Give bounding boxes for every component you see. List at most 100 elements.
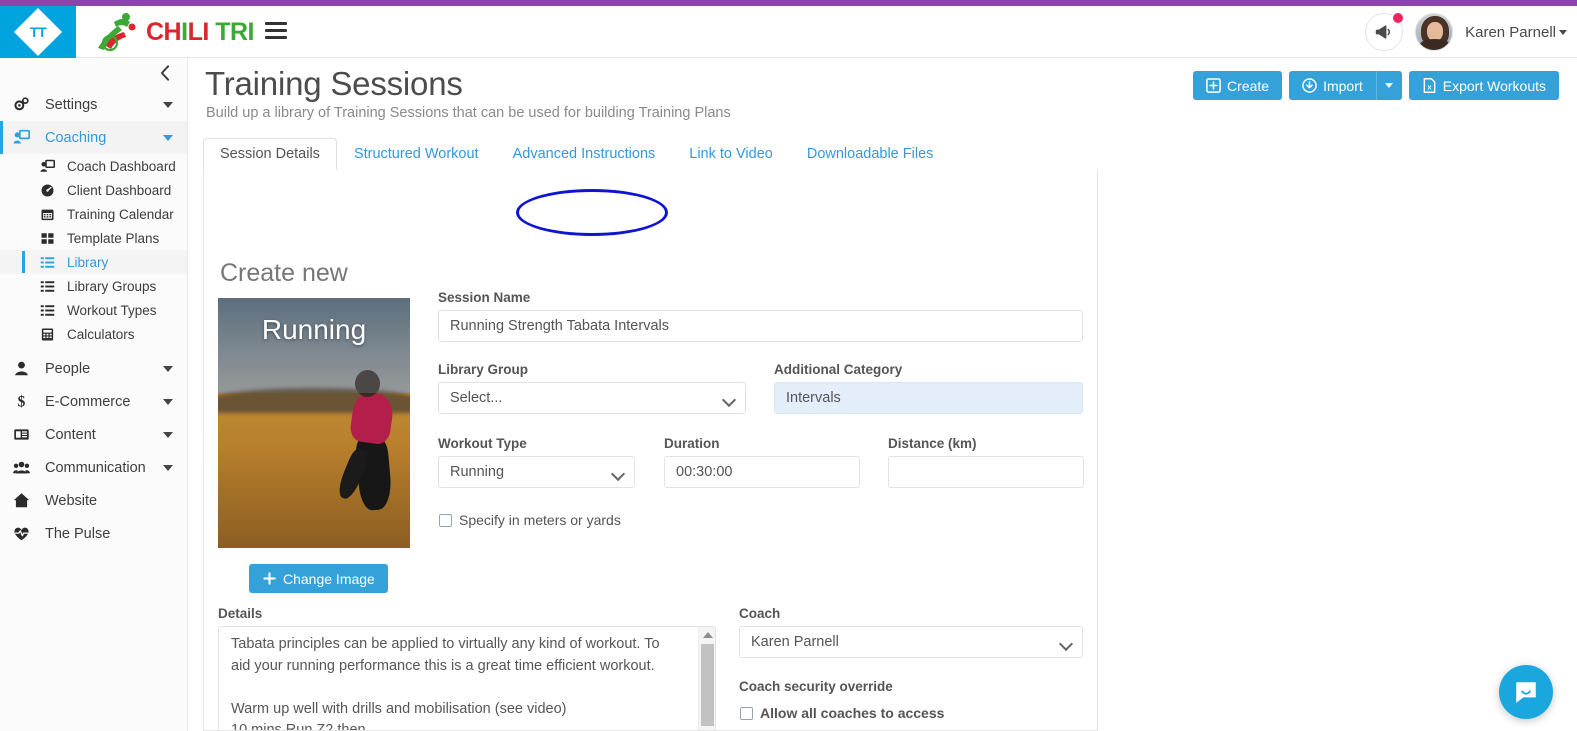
additional-category-label: Additional Category: [774, 362, 903, 377]
sidebar-item-content[interactable]: Content: [0, 418, 187, 451]
tt-logo[interactable]: TT: [0, 6, 76, 58]
plus-square-icon: [1206, 78, 1221, 93]
sidebar-item-coach-dashboard[interactable]: Coach Dashboard: [0, 154, 187, 178]
people-group-icon: [13, 459, 37, 476]
tab-downloadable-files[interactable]: Downloadable Files: [790, 138, 951, 171]
workout-type-select-wrap: Running: [438, 456, 635, 488]
details-field-group: Details Tabata principles can be applied…: [218, 606, 716, 731]
list-icon: [40, 303, 62, 318]
sidebar-item-label: Workout Types: [67, 302, 157, 318]
sidebar-item-ecommerce[interactable]: $ E-Commerce: [0, 385, 187, 418]
tt-logo-text: TT: [29, 23, 47, 40]
section-title: Create new: [220, 259, 348, 287]
sidebar-item-people[interactable]: People: [0, 352, 187, 385]
sidebar-item-settings[interactable]: Settings: [0, 88, 187, 121]
additional-category-input[interactable]: [774, 382, 1083, 414]
specify-meters-checkbox-row[interactable]: Specify in meters or yards: [439, 512, 621, 528]
sidebar-item-calculators[interactable]: Calculators: [0, 322, 187, 346]
page-title: Training Sessions: [205, 65, 463, 102]
library-group-select[interactable]: Select...: [438, 382, 746, 414]
details-scrollbar[interactable]: [698, 627, 715, 730]
sidebar-item-client-dashboard[interactable]: Client Dashboard: [0, 178, 187, 202]
allow-all-coaches-checkbox-row[interactable]: Allow all coaches to access: [740, 705, 944, 721]
change-image-button[interactable]: Change Image: [249, 564, 388, 593]
sidebar-item-label: Website: [45, 492, 98, 509]
chili-tri-brand[interactable]: CHILI TRI: [92, 10, 255, 54]
page-action-buttons: Create Import x Export Workouts: [1193, 71, 1559, 100]
sidebar-item-library-groups[interactable]: Library Groups: [0, 274, 187, 298]
plus-icon: [263, 572, 276, 585]
sidebar-item-label: E-Commerce: [45, 393, 131, 410]
scrollbar-thumb[interactable]: [701, 644, 714, 726]
chevron-left-icon: [160, 65, 170, 81]
svg-text:$: $: [18, 394, 26, 410]
chevron-down-icon: [163, 365, 173, 372]
chevron-down-icon: [163, 101, 173, 108]
sidebar-collapse-button[interactable]: [0, 58, 187, 88]
additional-category-field-group: Additional Category: [774, 362, 1083, 414]
session-name-input[interactable]: [438, 310, 1083, 342]
home-icon: [13, 492, 37, 509]
duration-input[interactable]: [664, 456, 860, 488]
chevron-down-icon: [163, 431, 173, 438]
library-group-select-wrap: Select...: [438, 382, 746, 414]
distance-input[interactable]: [888, 456, 1084, 488]
details-textarea[interactable]: Tabata principles can be applied to virt…: [218, 626, 716, 731]
sidebar-item-training-calendar[interactable]: Training Calendar: [0, 202, 187, 226]
sidebar-item-library[interactable]: Library: [0, 250, 187, 274]
sidebar-item-label: Coach Dashboard: [67, 158, 176, 174]
dollar-icon: $: [13, 393, 37, 410]
allow-all-coaches-checkbox[interactable]: [740, 706, 753, 720]
top-header-bar: TT CHILI TRI Karen Parnell: [0, 6, 1577, 58]
specify-meters-checkbox[interactable]: [439, 513, 452, 527]
allow-all-coaches-label: Allow all coaches to access: [760, 705, 945, 721]
import-button-label: Import: [1323, 77, 1363, 94]
tab-link-to-video[interactable]: Link to Video: [672, 138, 790, 171]
details-label: Details: [218, 606, 263, 621]
sidebar-item-the-pulse[interactable]: The Pulse: [0, 517, 187, 550]
tab-structured-workout[interactable]: Structured Workout: [337, 138, 496, 171]
create-button[interactable]: Create: [1193, 71, 1283, 100]
avatar[interactable]: [1415, 13, 1454, 51]
list-icon: [40, 255, 62, 270]
tab-session-details[interactable]: Session Details: [203, 138, 337, 171]
export-workouts-button[interactable]: x Export Workouts: [1408, 71, 1559, 100]
coach-security-override-label: Coach security override: [739, 679, 893, 694]
scroll-up-arrow-icon[interactable]: [703, 632, 713, 638]
coach-select[interactable]: Karen Parnell: [739, 626, 1083, 658]
tab-advanced-instructions[interactable]: Advanced Instructions: [496, 138, 673, 171]
coach-label: Coach: [739, 606, 781, 621]
sidebar-item-workout-types[interactable]: Workout Types: [0, 298, 187, 322]
workout-type-select[interactable]: Running: [438, 456, 635, 488]
sidebar: Settings Coaching Coach Dashboard Client…: [0, 58, 188, 731]
sidebar-item-label: Template Plans: [67, 230, 160, 246]
sidebar-item-coaching[interactable]: Coaching: [0, 121, 187, 154]
session-name-field-group: Session Name: [438, 290, 1083, 342]
sidebar-item-communication[interactable]: Communication: [0, 451, 187, 484]
calculator-icon: [40, 327, 62, 342]
speedometer-icon: [40, 183, 62, 198]
chat-bubble-icon[interactable]: [1499, 665, 1553, 719]
workout-type-field-group: Workout Type Running: [438, 436, 635, 488]
grid-icon: [40, 231, 62, 246]
duration-field-group: Duration: [664, 436, 860, 488]
sidebar-item-label: Library Groups: [67, 278, 157, 294]
session-image-thumbnail[interactable]: Running: [218, 298, 410, 548]
download-circle-icon: [1302, 78, 1317, 93]
coaching-icon: [13, 129, 37, 146]
brand-wordmark: CHILI TRI: [146, 17, 255, 46]
user-name-label: Karen Parnell: [1465, 23, 1556, 41]
avatar-body: [1420, 39, 1451, 50]
sidebar-item-website[interactable]: Website: [0, 484, 187, 517]
sidebar-item-template-plans[interactable]: Template Plans: [0, 226, 187, 250]
details-text-content: Tabata principles can be applied to virt…: [231, 636, 660, 731]
distance-label: Distance (km): [888, 436, 977, 451]
import-button[interactable]: Import: [1289, 71, 1376, 100]
excel-file-icon: x: [1423, 78, 1436, 93]
menu-hamburger-icon[interactable]: [265, 22, 287, 42]
user-menu[interactable]: Karen Parnell: [1465, 24, 1567, 41]
workout-type-label: Workout Type: [438, 436, 527, 451]
notification-badge: [1391, 11, 1406, 25]
sidebar-item-label: Coaching: [45, 129, 107, 146]
import-dropdown-toggle[interactable]: [1375, 71, 1402, 100]
